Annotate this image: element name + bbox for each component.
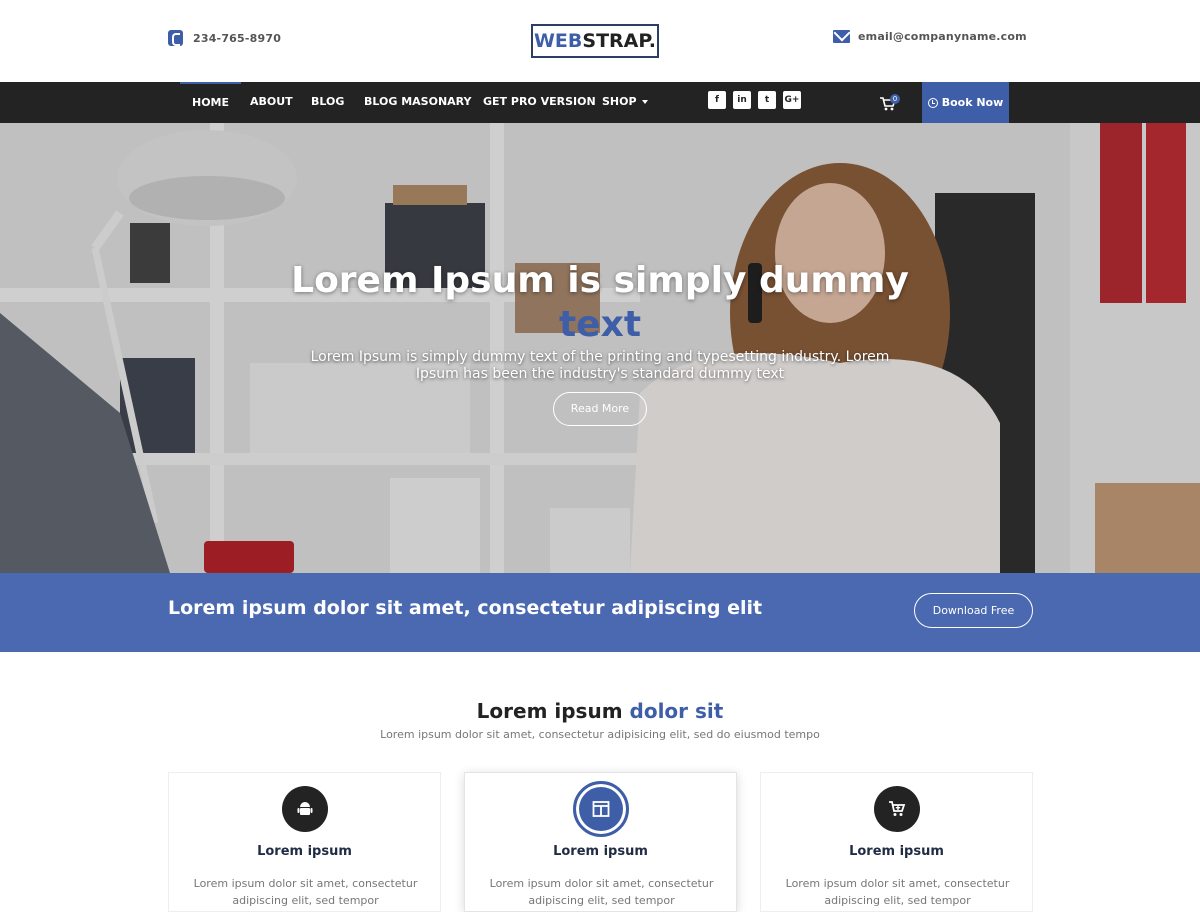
hero-subtitle: Lorem Ipsum is simply dummy text of the … xyxy=(310,349,890,382)
nav-home[interactable]: HOME xyxy=(180,82,242,123)
main-nav: HOME ABOUT BLOG BLOG MASONARY GET PRO VE… xyxy=(0,82,1200,123)
caret-down-icon xyxy=(641,100,648,104)
hero-title-accent: text xyxy=(558,304,642,345)
book-now-label: Book Now xyxy=(941,96,1004,109)
download-free-button[interactable]: Download Free xyxy=(914,593,1033,628)
nav-about[interactable]: ABOUT xyxy=(238,82,305,123)
feature-card[interactable]: Lorem ipsum Lorem ipsum dolor sit amet, … xyxy=(760,772,1033,912)
feature-card[interactable]: Lorem ipsum Lorem ipsum dolor sit amet, … xyxy=(168,772,441,912)
hero-photo xyxy=(0,123,1200,573)
card-text: Lorem ipsum dolor sit amet, consectetur … xyxy=(785,877,1010,907)
phone-icon xyxy=(168,30,183,46)
nav-blog-masonary[interactable]: BLOG MASONARY xyxy=(352,82,484,123)
linkedin-icon[interactable]: in xyxy=(733,91,751,109)
card-title: Lorem ipsum xyxy=(553,844,648,859)
nav-shop-label: SHOP xyxy=(602,95,637,108)
promo-band: Lorem ipsum dolor sit amet, consectetur … xyxy=(0,573,1200,652)
top-header: 234-765-8970 WEB STRAP. email@companyname… xyxy=(0,0,1200,82)
card-title: Lorem ipsum xyxy=(257,844,352,859)
section-title-plain: Lorem ipsum xyxy=(476,699,630,723)
cart-count-badge: 0 xyxy=(890,94,900,104)
layout-icon xyxy=(573,781,629,837)
clock-icon xyxy=(927,97,938,108)
twitter-icon[interactable]: t xyxy=(758,91,776,109)
google-plus-icon[interactable]: G+ xyxy=(783,91,801,109)
card-title: Lorem ipsum xyxy=(849,844,944,859)
read-more-button[interactable]: Read More xyxy=(553,392,647,426)
promo-text: Lorem ipsum dolor sit amet, consectetur … xyxy=(168,597,763,619)
section-title-accent: dolor sit xyxy=(629,699,724,723)
book-now-button[interactable]: Book Now xyxy=(922,82,1009,123)
card-text: Lorem ipsum dolor sit amet, consectetur … xyxy=(193,877,418,907)
hero-banner: Lorem Ipsum is simply dummy text Lorem I… xyxy=(0,123,1200,573)
section-title: Lorem ipsum dolor sit xyxy=(0,699,1200,723)
feature-card[interactable]: Lorem ipsum Lorem ipsum dolor sit amet, … xyxy=(464,772,737,912)
section-subtitle: Lorem ipsum dolor sit amet, consectetur … xyxy=(380,728,820,741)
nav-get-pro[interactable]: GET PRO VERSION xyxy=(471,82,608,123)
email-address: email@companyname.com xyxy=(858,30,1027,43)
android-icon xyxy=(282,786,328,832)
nav-blog[interactable]: BLOG xyxy=(299,82,356,123)
cart-plus-icon xyxy=(874,786,920,832)
facebook-icon[interactable]: f xyxy=(708,91,726,109)
logo-text-web: WEB xyxy=(533,30,583,52)
phone-number: 234-765-8970 xyxy=(193,31,282,45)
nav-shop[interactable]: SHOP xyxy=(590,82,660,123)
mail-icon xyxy=(833,30,850,43)
hero-title: Lorem Ipsum is simply dummy xyxy=(291,260,909,301)
logo-text-strap: STRAP. xyxy=(582,30,657,52)
phone-contact[interactable]: 234-765-8970 xyxy=(168,30,281,46)
card-text: Lorem ipsum dolor sit amet, consectetur … xyxy=(489,877,714,907)
email-contact[interactable]: email@companyname.com xyxy=(833,30,1027,43)
site-logo[interactable]: WEB STRAP. xyxy=(531,24,659,58)
